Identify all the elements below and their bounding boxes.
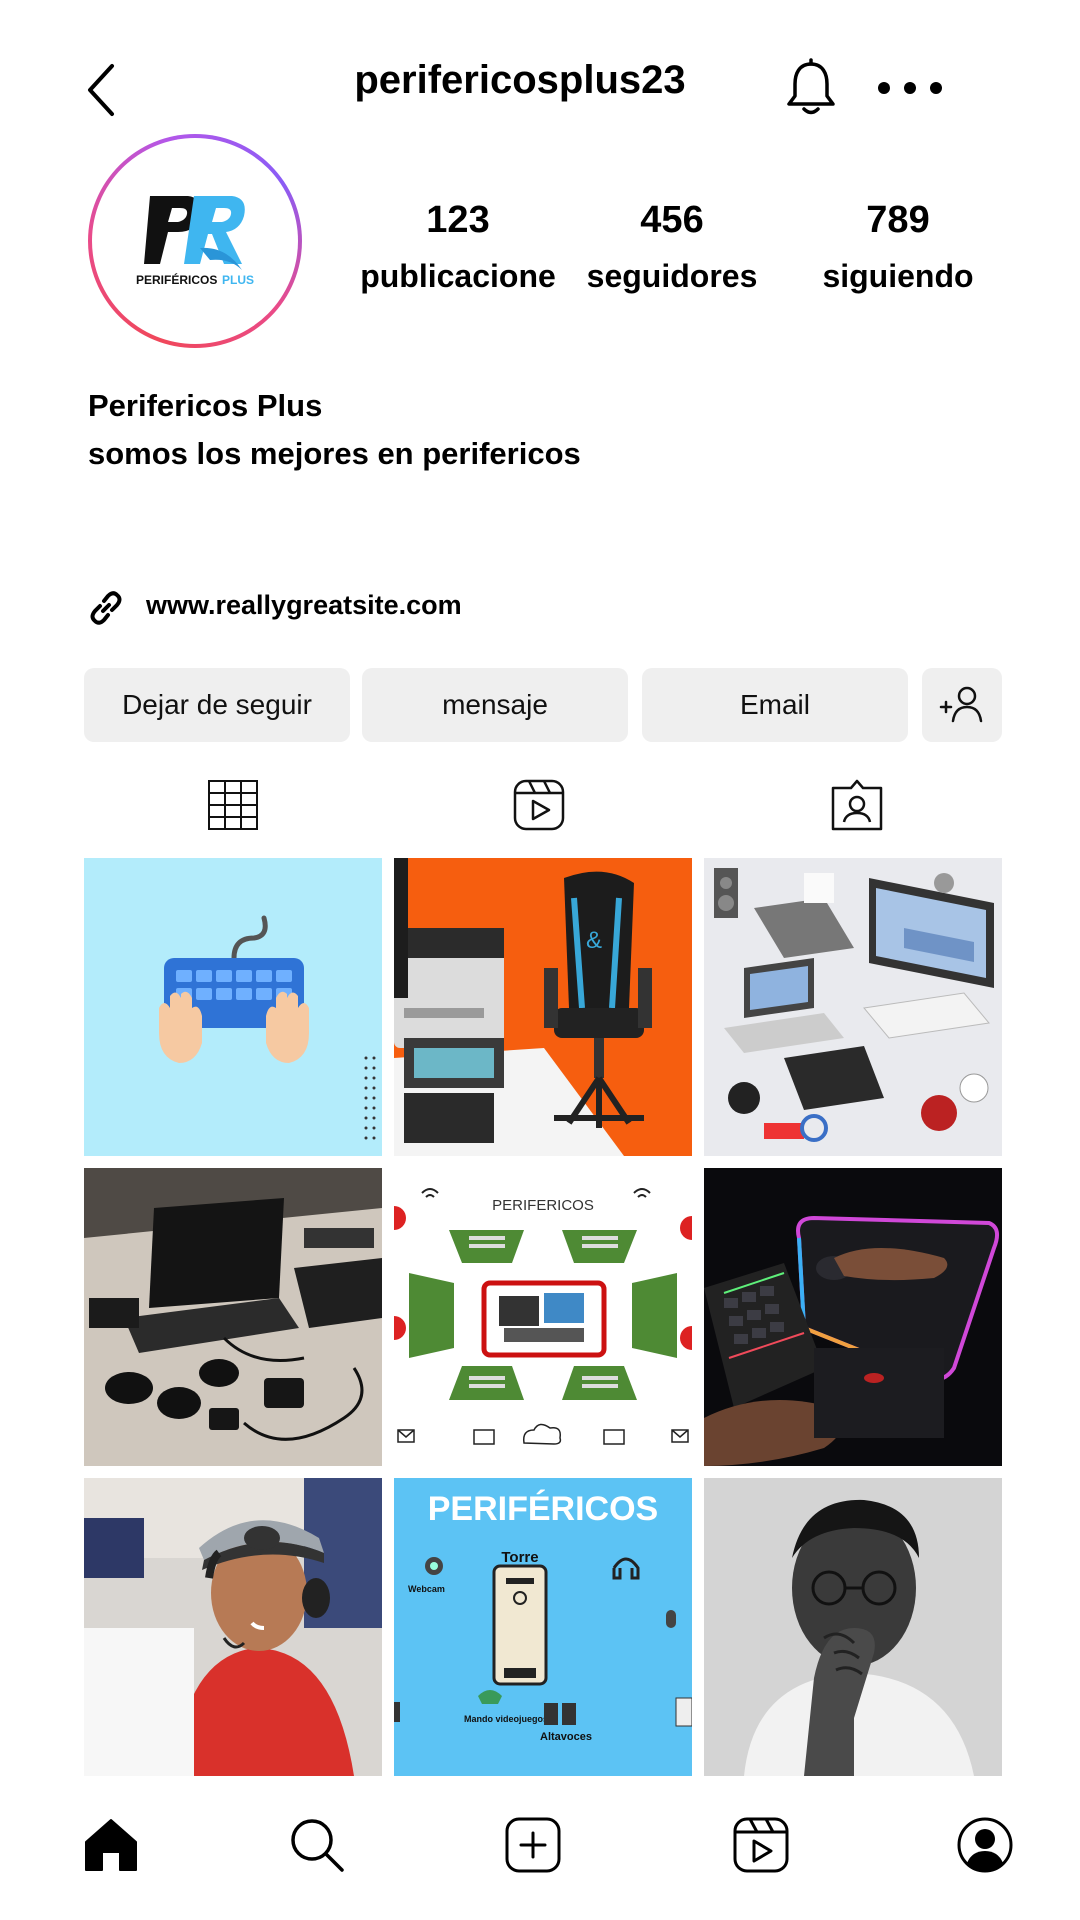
stat-posts-label: publicacione	[360, 258, 556, 294]
back-icon[interactable]	[82, 62, 122, 118]
stat-following[interactable]: 789 siguiendo	[788, 196, 1008, 300]
stat-posts-count: 123	[426, 199, 490, 241]
svg-text:PLUS: PLUS	[222, 273, 254, 287]
stat-following-label: siguiendo	[822, 258, 974, 294]
add-user-button[interactable]	[922, 668, 1002, 742]
post-poster-label: Altavoces	[540, 1731, 592, 1743]
home-icon[interactable]	[82, 1816, 140, 1874]
profile-icon[interactable]	[956, 1816, 1014, 1874]
link-icon	[86, 588, 126, 628]
email-button[interactable]: Email	[642, 668, 908, 742]
stat-followers-count: 456	[640, 199, 704, 241]
profile-bio: somos los mejores en perifericos	[88, 436, 581, 471]
post-tile[interactable]: &	[394, 858, 692, 1156]
profile-name: Perifericos Plus	[88, 388, 323, 423]
post-poster-label: Webcam	[408, 1584, 445, 1594]
brand-logo: PERIFÉRICOS PLUS	[136, 196, 254, 287]
reels-icon[interactable]	[512, 778, 566, 832]
post-poster-title: PERIFÉRICOS	[428, 1490, 658, 1528]
stat-followers-label: seguidores	[586, 258, 758, 294]
bell-icon[interactable]	[785, 58, 837, 118]
reels-nav-icon[interactable]	[732, 1816, 790, 1874]
grid-icon[interactable]	[206, 778, 260, 832]
profile-username: perifericosplus23	[354, 58, 686, 102]
stat-followers[interactable]: 456 seguidores	[562, 196, 782, 300]
post-tile[interactable]	[704, 858, 1002, 1156]
svg-text:&: &	[586, 927, 602, 954]
post-tile[interactable]: PERIFERICOS	[394, 1168, 692, 1466]
post-tile[interactable]	[84, 1478, 382, 1776]
message-button[interactable]: mensaje	[362, 668, 628, 742]
search-icon[interactable]	[288, 1816, 346, 1874]
more-icon[interactable]	[876, 78, 944, 98]
brand-logo-caption: PERIFÉRICOS	[136, 272, 217, 287]
post-tile[interactable]	[704, 1168, 1002, 1466]
post-poster-label: Mando videojuegos	[464, 1714, 548, 1724]
post-tile[interactable]	[84, 858, 382, 1156]
post-tile[interactable]: PERIFÉRICOS Torre Webcam Mando videojueg…	[394, 1478, 692, 1776]
posts-grid: & PERIFERICOS PERIFÉRICOS Torre Webcam M…	[84, 858, 1002, 1776]
website-link[interactable]: www.reallygreatsite.com	[146, 590, 462, 621]
post-tile[interactable]	[704, 1478, 1002, 1776]
avatar[interactable]: PERIFÉRICOS PLUS	[88, 134, 302, 348]
unfollow-button[interactable]: Dejar de seguir	[84, 668, 350, 742]
post-diagram-title: PERIFERICOS	[492, 1197, 594, 1214]
tagged-icon[interactable]	[830, 778, 884, 832]
create-icon[interactable]	[504, 1816, 562, 1874]
post-poster-label: Torre	[501, 1549, 538, 1566]
stat-posts[interactable]: 123 publicacione	[348, 196, 568, 300]
add-user-icon	[939, 686, 983, 723]
stat-following-count: 789	[866, 199, 930, 241]
post-tile[interactable]	[84, 1168, 382, 1466]
